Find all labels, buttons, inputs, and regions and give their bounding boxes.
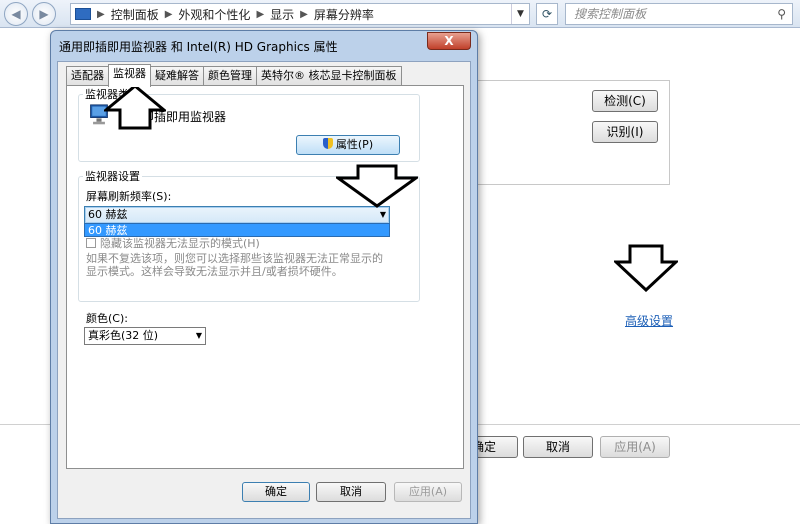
search-icon[interactable]: ⚲ <box>777 4 786 24</box>
color-label: 颜色(C): <box>86 312 128 325</box>
detect-button[interactable]: 检测(C) <box>592 90 658 112</box>
properties-button[interactable]: 属性(P) <box>296 135 400 155</box>
hide-modes-label: 隐藏该监视器无法显示的模式(H) <box>100 237 260 250</box>
breadcrumb-item[interactable]: 外观和个性化 <box>178 6 250 23</box>
properties-button-label: 属性(P) <box>335 138 374 151</box>
tab-strip: 适配器 监视器 疑难解答 颜色管理 英特尔® 核芯显卡控制面板 <box>66 64 402 87</box>
address-dropdown-icon[interactable]: ▼ <box>511 4 529 24</box>
breadcrumb-chevron-icon: ▶ <box>300 8 308 20</box>
bg-apply-button[interactable]: 应用(A) <box>600 436 670 458</box>
dialog-title: 通用即插即用监视器 和 Intel(R) HD Graphics 属性 <box>59 40 338 54</box>
refresh-rate-value: 60 赫兹 <box>88 208 128 221</box>
control-panel-icon <box>75 8 91 20</box>
dialog-ok-button[interactable]: 确定 <box>242 482 310 502</box>
bg-cancel-button[interactable]: 取消 <box>523 436 593 458</box>
close-button[interactable]: X <box>427 32 471 50</box>
uac-shield-icon <box>322 138 333 149</box>
forward-button[interactable]: ▶ <box>32 2 56 26</box>
address-toolbar: ◀ ▶ ▶ 控制面板 ▶ 外观和个性化 ▶ 显示 ▶ 屏幕分辨率 ▼ ⟳ 搜索控… <box>0 0 800 28</box>
monitor-settings-legend: 监视器设置 <box>85 170 140 183</box>
dialog-cancel-button[interactable]: 取消 <box>316 482 386 502</box>
breadcrumb-item[interactable]: 控制面板 <box>111 6 159 23</box>
breadcrumb-item[interactable]: 屏幕分辨率 <box>314 6 374 23</box>
advanced-settings-link[interactable]: 高级设置 <box>625 312 673 329</box>
hide-modes-description-1: 如果不复选该项，则您可以选择那些该监视器无法正常显示的 <box>86 252 383 265</box>
breadcrumb-chevron-icon: ▶ <box>256 8 265 20</box>
address-bar[interactable]: ▶ 控制面板 ▶ 外观和个性化 ▶ 显示 ▶ 屏幕分辨率 ▼ <box>70 3 530 25</box>
down-arrow-icon <box>336 164 418 208</box>
color-depth-select[interactable]: 真彩色(32 位) ▼ <box>84 327 206 345</box>
tab-color-management[interactable]: 颜色管理 <box>203 66 257 86</box>
search-placeholder: 搜索控制面板 <box>574 7 647 21</box>
tab-adapter[interactable]: 适配器 <box>66 66 109 86</box>
back-button[interactable]: ◀ <box>4 2 28 26</box>
chevron-down-icon: ▼ <box>195 331 202 340</box>
breadcrumb-chevron-icon: ▶ <box>164 8 173 20</box>
hide-modes-checkbox[interactable] <box>86 238 96 248</box>
hide-modes-description-2: 显示模式。这样会导致无法显示并且/或者损坏硬件。 <box>86 265 343 278</box>
close-icon: X <box>444 34 454 48</box>
breadcrumb-item[interactable]: 显示 <box>270 6 294 23</box>
tab-monitor[interactable]: 监视器 <box>108 64 151 87</box>
refresh-icon[interactable]: ⟳ <box>536 3 558 25</box>
up-arrow-icon <box>104 84 166 130</box>
tab-intel-graphics[interactable]: 英特尔® 核芯显卡控制面板 <box>256 66 402 86</box>
refresh-rate-select[interactable]: 60 赫兹 ▼ <box>84 206 390 224</box>
down-arrow-icon <box>614 244 678 292</box>
breadcrumb-chevron-icon: ▶ <box>97 8 105 20</box>
refresh-rate-option[interactable]: 60 赫兹 <box>84 223 390 237</box>
tab-troubleshoot[interactable]: 疑难解答 <box>150 66 204 86</box>
identify-button[interactable]: 识别(I) <box>592 121 658 143</box>
search-input[interactable]: 搜索控制面板 ⚲ <box>565 3 793 25</box>
chevron-down-icon: ▼ <box>379 210 386 219</box>
refresh-rate-label: 屏幕刷新频率(S): <box>86 190 172 203</box>
color-depth-value: 真彩色(32 位) <box>88 329 159 342</box>
dialog-apply-button[interactable]: 应用(A) <box>394 482 462 502</box>
